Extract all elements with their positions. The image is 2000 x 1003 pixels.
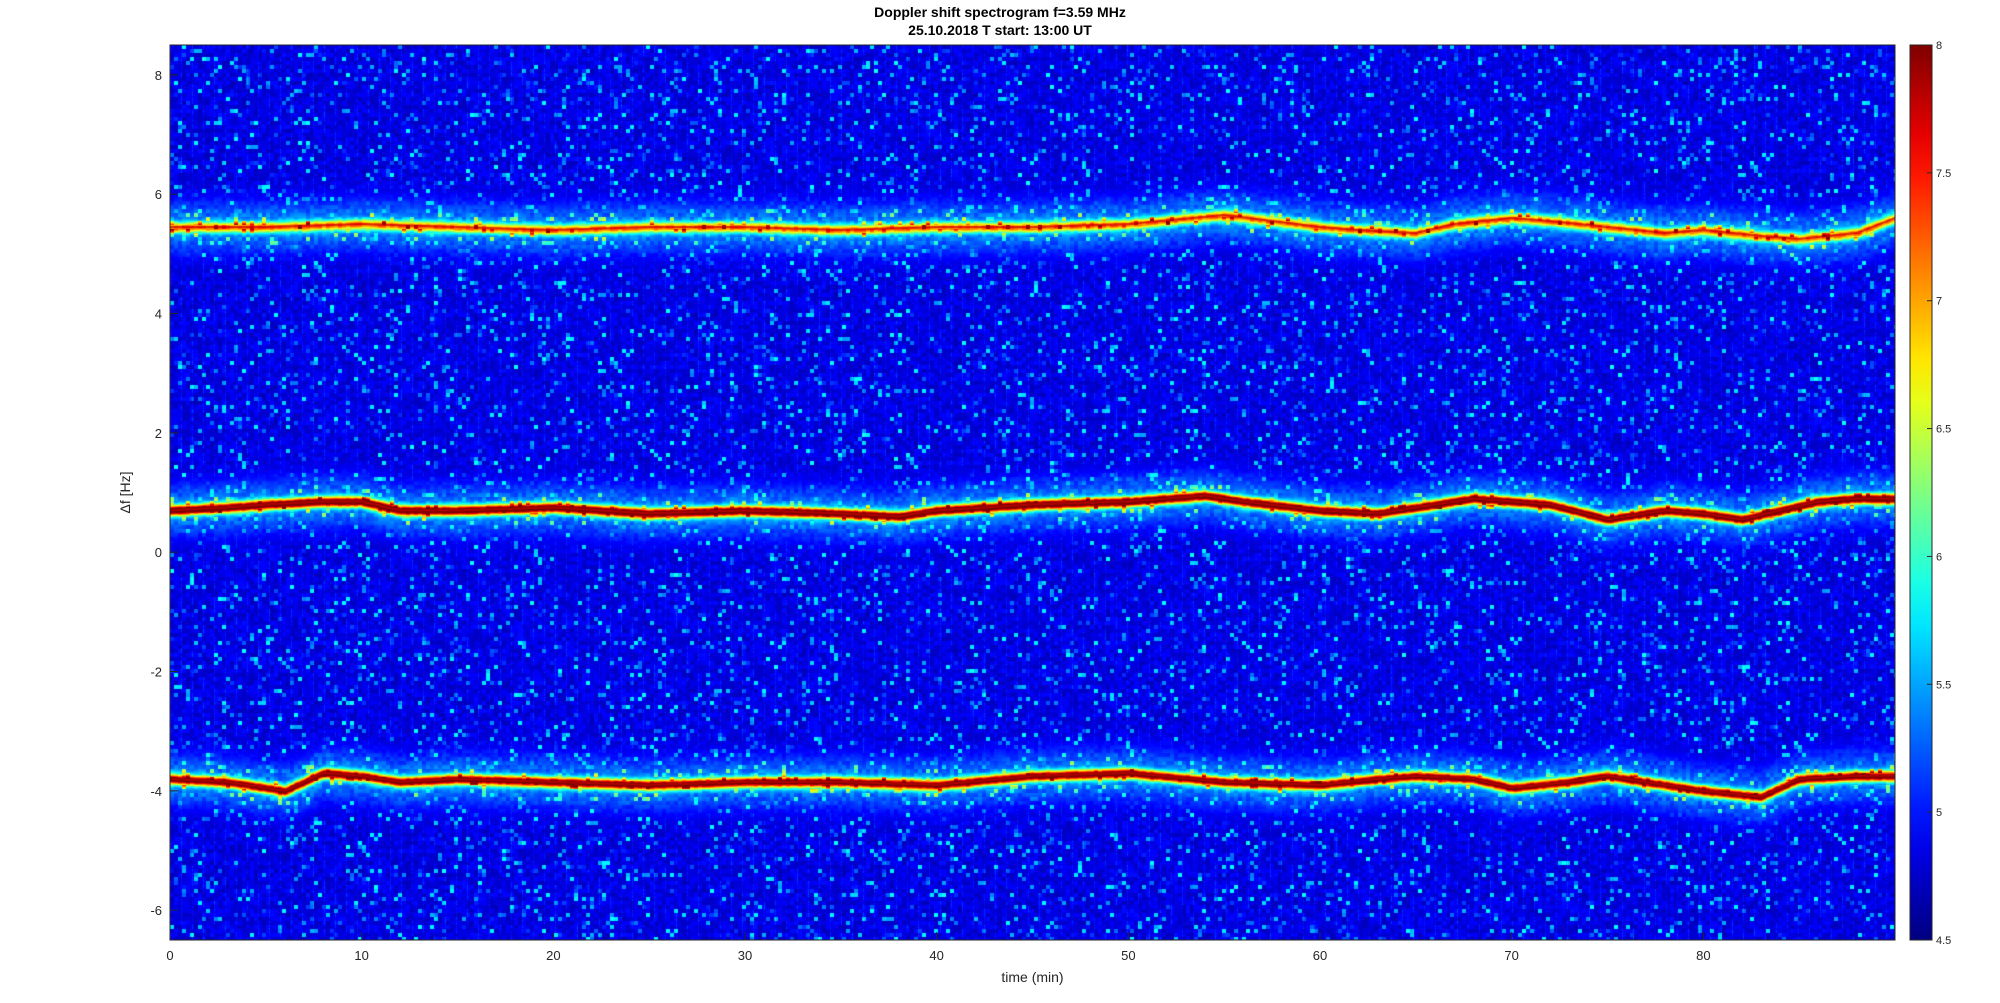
colorbar-tick-label: 6.5 <box>1936 424 1951 436</box>
y-tick-label: 8 <box>155 68 162 83</box>
spectrogram-image <box>170 45 1895 940</box>
x-tick-label: 70 <box>1504 948 1518 963</box>
x-axis-label: time (min) <box>1001 969 1063 985</box>
x-tick-label: 0 <box>166 948 173 963</box>
y-tick-label: 2 <box>155 426 162 441</box>
colorbar-tick-label: 5 <box>1936 807 1942 819</box>
x-tick-label: 30 <box>738 948 752 963</box>
y-tick-label: 4 <box>155 307 162 322</box>
colorbar-tick-label: 6 <box>1936 551 1942 563</box>
colorbar-tick-label: 5.5 <box>1936 679 1951 691</box>
y-axis-label: Δf [Hz] <box>117 471 133 513</box>
colorbar-tick-label: 4.5 <box>1936 935 1951 947</box>
colorbar: 4.5 5 5.5 6 6.5 7 7.5 8 <box>1909 40 1951 947</box>
x-tick-label: 80 <box>1696 948 1710 963</box>
colorbar-tick-label: 7 <box>1936 296 1942 308</box>
y-tick-label: 6 <box>155 187 162 202</box>
x-tick-label: 50 <box>1121 948 1135 963</box>
x-tick-label: 20 <box>546 948 560 963</box>
colorbar-tick-label: 7.5 <box>1936 168 1951 180</box>
y-tick-label: 0 <box>155 545 162 560</box>
chart-svg: 0 10 20 30 40 50 60 70 80 -6 -4 -2 0 2 4 6 8 4.5 5 5.5 6 6.5… <box>117 40 1951 985</box>
x-tick-label: 10 <box>354 948 368 963</box>
y-tick-label: -2 <box>150 665 162 680</box>
colorbar-scale <box>1909 44 1933 941</box>
figure: Doppler shift spectrogram f=3.59 MHz 25.… <box>0 0 2000 1003</box>
x-tick-label: 40 <box>929 948 943 963</box>
y-tick-label: -4 <box>150 784 162 799</box>
y-tick-label: -6 <box>150 903 162 918</box>
colorbar-tick-label: 8 <box>1936 40 1942 52</box>
x-tick-label: 60 <box>1313 948 1327 963</box>
axes: 0 10 20 30 40 50 60 70 80 -6 -4 -2 0 2 4 6 8 <box>150 44 1896 963</box>
